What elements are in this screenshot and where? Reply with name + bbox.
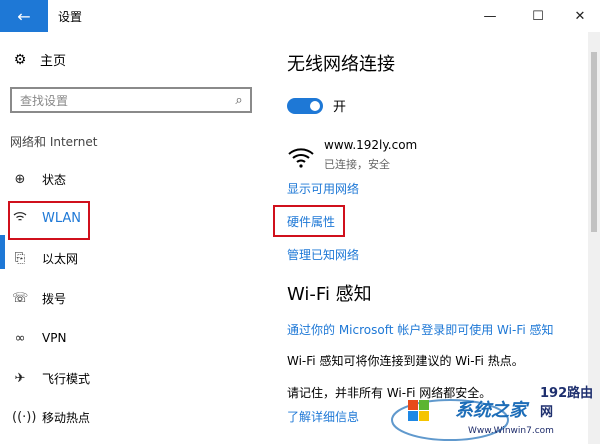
- wifi-sense-description: Wi-Fi 感知可将你连接到建议的 Wi-Fi 热点。: [287, 354, 524, 368]
- minimize-button[interactable]: —: [468, 0, 512, 32]
- dialup-icon: ☏: [12, 290, 29, 306]
- back-button[interactable]: ←: [0, 0, 48, 32]
- gear-icon: ⚙: [13, 51, 27, 68]
- sidebar-item-ethernet[interactable]: ⎘ 以太网: [0, 243, 262, 273]
- highlight-box-wlan: [8, 201, 90, 240]
- sidebar-item-vpn[interactable]: ∞ VPN: [0, 323, 262, 353]
- page-title: 无线网络连接: [287, 54, 395, 75]
- sidebar-item-label: 拨号: [42, 291, 67, 306]
- wifi-toggle[interactable]: [287, 98, 323, 114]
- sidebar-item-label: 以太网: [42, 251, 79, 266]
- wifi-sense-heading: Wi-Fi 感知: [287, 284, 372, 305]
- network-status: 已连接，安全: [324, 158, 390, 171]
- watermark-brand: 192路由网: [540, 386, 594, 420]
- watermark-text: 系统之家: [455, 400, 527, 421]
- sidebar-item-label: VPN: [42, 331, 67, 345]
- wifi-signal-icon: [288, 148, 314, 168]
- manage-networks-link[interactable]: 管理已知网络: [287, 246, 359, 263]
- scrollbar-thumb[interactable]: [591, 52, 597, 232]
- search-box[interactable]: 查找设置 ⌕: [10, 87, 252, 113]
- hotspot-icon: ((·)): [12, 409, 37, 425]
- globe-icon: ⊕: [14, 171, 26, 187]
- home-label: 主页: [40, 54, 67, 69]
- sidebar-item-hotspot[interactable]: ((·)) 移动热点: [0, 402, 262, 432]
- window-title: 设置: [58, 10, 83, 24]
- network-name[interactable]: www.192ly.com: [324, 138, 417, 152]
- learn-more-link[interactable]: 了解详细信息: [287, 408, 359, 425]
- section-heading: 网络和 Internet: [10, 135, 98, 149]
- back-arrow-icon: ←: [17, 6, 31, 26]
- sidebar-item-airplane[interactable]: ✈ 飞行模式: [0, 363, 262, 393]
- highlight-box-hardware: [273, 205, 345, 237]
- toggle-knob: [310, 101, 320, 111]
- close-button[interactable]: ✕: [558, 0, 600, 32]
- airplane-icon: ✈: [14, 370, 26, 386]
- maximize-button[interactable]: ☐: [516, 0, 560, 32]
- vpn-icon: ∞: [14, 330, 26, 346]
- sidebar-item-label: 飞行模式: [42, 371, 91, 386]
- sidebar-item-label: 移动热点: [42, 410, 91, 425]
- search-icon[interactable]: ⌕: [228, 93, 250, 108]
- title-bar: ← 设置 — ☐ ✕: [0, 0, 600, 32]
- search-input[interactable]: 查找设置: [12, 92, 228, 109]
- sidebar-item-label: 状态: [42, 172, 67, 187]
- show-networks-link[interactable]: 显示可用网络: [287, 180, 359, 197]
- sidebar-home[interactable]: ⚙ 主页: [12, 50, 67, 70]
- sidebar-item-dialup[interactable]: ☏ 拨号: [0, 283, 262, 313]
- toggle-label: 开: [333, 100, 347, 115]
- sidebar: ⚙ 主页 查找设置 ⌕ 网络和 Internet ⊕ 状态 WLAN ⎘ 以太网…: [0, 32, 262, 444]
- wifi-sense-signin-link[interactable]: 通过你的 Microsoft 帐户登录即可使用 Wi-Fi 感知: [287, 321, 554, 338]
- ethernet-icon: ⎘: [14, 250, 26, 266]
- sidebar-item-status[interactable]: ⊕ 状态: [0, 164, 262, 194]
- watermark-url: Www.Winwin7.com: [468, 426, 554, 436]
